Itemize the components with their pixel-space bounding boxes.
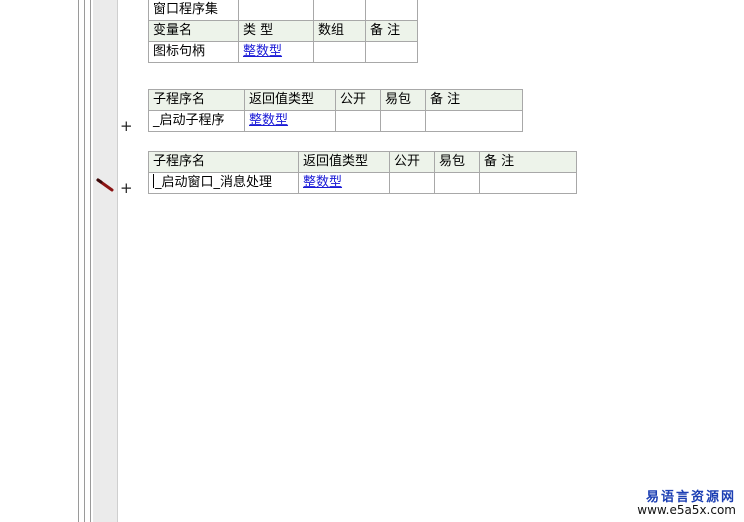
editor-gutter [93, 0, 118, 522]
assembly-note-cell[interactable] [365, 0, 418, 21]
variable-name-cell[interactable]: 图标句柄 [148, 41, 239, 63]
left-border-line [78, 0, 79, 522]
col-header-return-type: 返回值类型 [244, 89, 336, 111]
col-header-note: 备 注 [425, 89, 523, 111]
watermark-url: www.e5a5x.com [637, 503, 736, 517]
subroutine-name-text: _启动窗口_消息处理 [155, 175, 273, 190]
expand-icon[interactable]: + [120, 118, 133, 134]
col-header-public: 公开 [335, 89, 381, 111]
return-type-link[interactable]: 整数型 [303, 175, 342, 190]
subroutine-header-row: 子程序名 返回值类型 公开 易包 备 注 [148, 151, 577, 173]
epkg-cell[interactable] [434, 172, 480, 194]
assembly-base-cell[interactable] [238, 0, 314, 21]
text-caret [153, 174, 154, 188]
variable-note-cell[interactable] [365, 41, 418, 63]
subroutine-name-cell[interactable]: _启动子程序 [148, 110, 245, 132]
assembly-variable-table: 窗口程序集 变量名 类 型 数组 备 注 图标句柄 整数型 [148, 0, 418, 63]
public-cell[interactable] [335, 110, 381, 132]
note-cell[interactable] [479, 172, 577, 194]
expand-icon[interactable]: + [120, 180, 133, 196]
left-border-line-3 [90, 0, 91, 522]
col-header-note: 备 注 [365, 20, 418, 42]
variable-type-link[interactable]: 整数型 [243, 44, 282, 59]
col-header-subname: 子程序名 [148, 89, 245, 111]
col-header-varname: 变量名 [148, 20, 239, 42]
col-header-return-type: 返回值类型 [298, 151, 390, 173]
return-type-cell[interactable]: 整数型 [244, 110, 336, 132]
assembly-name-cell[interactable]: 窗口程序集 [148, 0, 239, 21]
pen-icon [96, 178, 114, 192]
subroutine-table-startup: 子程序名 返回值类型 公开 易包 备 注 _启动子程序 整数型 [148, 89, 523, 132]
col-header-epkg: 易包 [434, 151, 480, 173]
subroutine-row: _启动子程序 整数型 [148, 110, 523, 132]
return-type-cell[interactable]: 整数型 [298, 172, 390, 194]
public-cell[interactable] [389, 172, 435, 194]
epkg-cell[interactable] [380, 110, 426, 132]
variable-row: 图标句柄 整数型 [148, 41, 418, 63]
subroutine-name-cell[interactable]: _启动窗口_消息处理 [148, 172, 299, 194]
subroutine-row: _启动窗口_消息处理 整数型 [148, 172, 577, 194]
assembly-public-cell[interactable] [313, 0, 366, 21]
col-header-subname: 子程序名 [148, 151, 299, 173]
subroutine-header-row: 子程序名 返回值类型 公开 易包 备 注 [148, 89, 523, 111]
col-header-note: 备 注 [479, 151, 577, 173]
col-header-epkg: 易包 [380, 89, 426, 111]
col-header-public: 公开 [389, 151, 435, 173]
col-header-array: 数组 [313, 20, 366, 42]
variable-array-cell[interactable] [313, 41, 366, 63]
return-type-link[interactable]: 整数型 [249, 113, 288, 128]
col-header-type: 类 型 [238, 20, 314, 42]
note-cell[interactable] [425, 110, 523, 132]
left-border-line-2 [84, 0, 85, 522]
variable-header-row: 变量名 类 型 数组 备 注 [148, 20, 418, 42]
variable-type-cell[interactable]: 整数型 [238, 41, 314, 63]
subroutine-table-message: 子程序名 返回值类型 公开 易包 备 注 _启动窗口_消息处理 整数型 [148, 151, 577, 194]
